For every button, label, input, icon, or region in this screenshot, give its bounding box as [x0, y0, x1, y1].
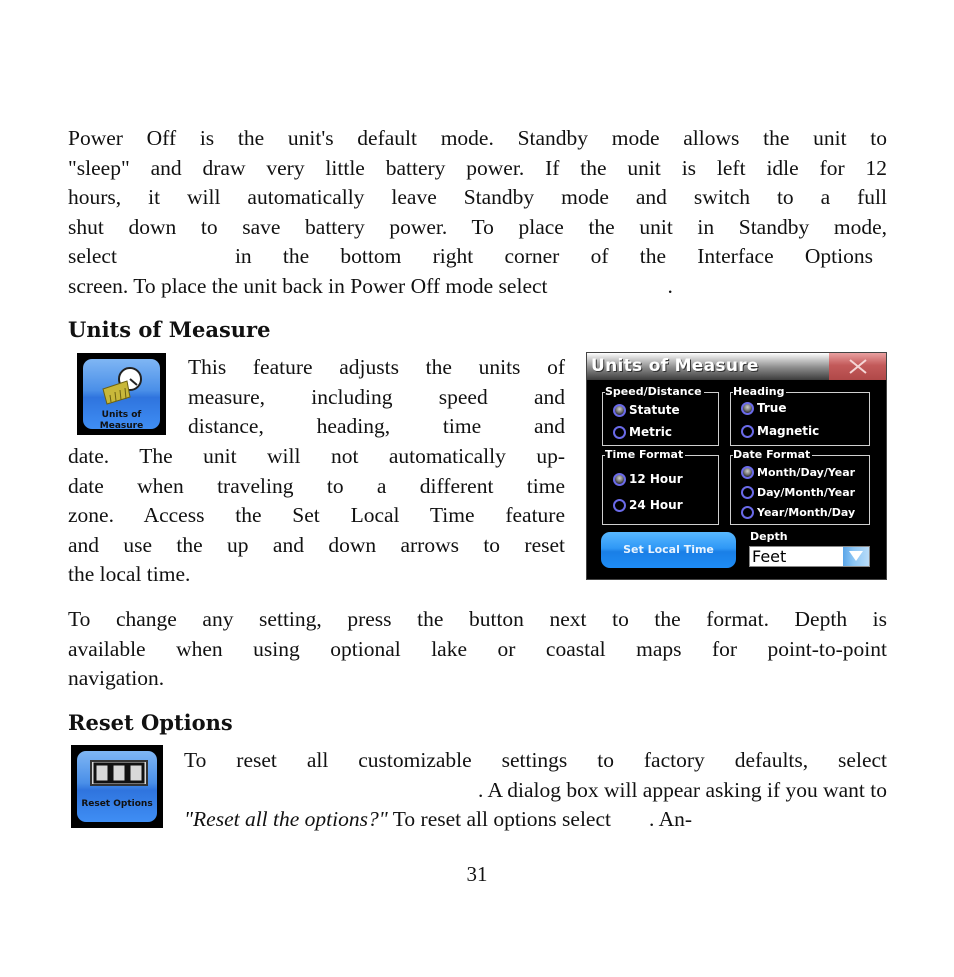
text-line: "Reset all the options?" To reset all op… [184, 805, 887, 835]
text-line: date when traveling to a different time [68, 473, 565, 498]
group-title: Time Format [605, 448, 686, 461]
intro-paragraph: Power Off is the unit's default mode. St… [68, 124, 887, 301]
text-line: available when using optional lake or co… [68, 636, 887, 661]
text-fragment: . [667, 273, 673, 298]
text-line: Power Off is the unit's default mode. St… [68, 126, 887, 150]
text-line: To reset all customizable settings to fa… [184, 748, 887, 772]
counter-digits-icon [90, 760, 148, 786]
icon-label: Units of [101, 410, 142, 420]
text-fragment: select [68, 244, 117, 268]
text-line: "sleep" and draw very little battery pow… [68, 155, 887, 180]
radio-label: Year/Month/Day [757, 506, 856, 519]
group-title: Speed/Distance [605, 385, 704, 398]
section-heading-reset: Reset Options [68, 710, 233, 735]
text-fragment: To reset all options select [392, 807, 611, 831]
dialog-prompt-quote: "Reset all the options?" [184, 807, 388, 831]
close-button[interactable] [829, 353, 886, 380]
text-fragment: screen. To place the unit back in Power … [68, 273, 548, 298]
group-title: Heading [733, 385, 787, 398]
radio-label: Metric [629, 425, 672, 439]
radio-statute[interactable]: Statute [613, 403, 680, 417]
screen-titlebar: Units of Measure [587, 353, 886, 380]
text-fragment: in the bottom right corner of the Interf… [234, 244, 873, 268]
units-body-top: This feature adjusts the units of measur… [188, 353, 565, 442]
radio-unselected-icon [613, 498, 626, 512]
depth-value: Feet [752, 547, 787, 566]
units-body-bottom: date. The unit will not automatically up… [68, 442, 565, 590]
text-line: This feature adjusts the units of [188, 355, 565, 379]
radio-label: True [757, 401, 787, 415]
radio-month-day-year[interactable]: Month/Day/Year [741, 466, 855, 479]
heading-group: Heading True Magnetic [730, 385, 870, 446]
text-line: the local time. [68, 562, 191, 586]
radio-selected-icon [741, 401, 754, 415]
text-line: hours, it will automatically leave Stand… [68, 185, 887, 209]
page-number: 31 [466, 862, 488, 886]
radio-unselected-icon [741, 506, 754, 519]
radio-12-hour[interactable]: 12 Hour [613, 472, 683, 486]
text-line: screen. To place the unit back in Power … [68, 272, 887, 302]
radio-unselected-icon [741, 486, 754, 499]
radio-unselected-icon [613, 425, 626, 439]
radio-year-month-day[interactable]: Year/Month/Day [741, 506, 855, 519]
text-line: date. The unit will not automatically up… [68, 444, 565, 468]
section-heading-units: Units of Measure [68, 317, 271, 342]
units-of-measure-screen: Units of Measure Speed/Distance Statute … [586, 352, 887, 580]
date-format-group: Date Format Month/Day/Year Day/Month/Yea… [730, 448, 870, 525]
chevron-down-icon [849, 551, 863, 561]
gauge-ruler-icon [102, 367, 142, 405]
icon-label: Measure [99, 421, 144, 431]
radio-metric[interactable]: Metric [613, 425, 672, 439]
set-local-time-button[interactable]: Set Local Time [601, 532, 736, 568]
radio-label: Month/Day/Year [757, 466, 856, 479]
time-format-group: Time Format 12 Hour 24 Hour [602, 448, 719, 525]
reset-options-icon: Reset Options [71, 745, 163, 828]
text-line: navigation. [68, 666, 165, 690]
radio-label: Magnetic [757, 424, 820, 438]
radio-24-hour[interactable]: 24 Hour [613, 498, 683, 512]
radio-selected-icon [741, 466, 754, 479]
text-line: shut down to save battery power. To plac… [68, 214, 887, 239]
radio-true[interactable]: True [741, 401, 786, 415]
speed-distance-group: Speed/Distance Statute Metric [602, 385, 719, 446]
text-fragment: . An- [649, 807, 692, 831]
text-line: and use the up and down arrows to reset [68, 532, 565, 557]
text-line: distance, heading, time and [188, 414, 565, 438]
text-line: measure, including speed and [188, 384, 565, 409]
reset-paragraph: To reset all customizable settings to fa… [184, 746, 887, 835]
radio-selected-icon [613, 403, 626, 417]
screen-title: Units of Measure [591, 356, 759, 376]
text-line: To change any setting, press the button … [68, 607, 887, 631]
radio-label: 24 Hour [629, 498, 683, 512]
close-icon [849, 359, 867, 374]
text-line: zone. Access the Set Local Time feature [68, 503, 565, 527]
radio-label: 12 Hour [629, 472, 683, 486]
text-fragment: . A dialog box will appear asking if you… [477, 777, 887, 802]
units-of-measure-icon: Units of Measure [77, 353, 166, 435]
dropdown-button[interactable] [843, 547, 869, 566]
depth-label: Depth [750, 530, 788, 543]
text-line: select in the bottom right corner of the … [68, 242, 887, 272]
units-after-paragraph: To change any setting, press the button … [68, 605, 887, 694]
radio-label: Day/Month/Year [757, 486, 856, 499]
radio-unselected-icon [741, 424, 754, 438]
group-title: Date Format [733, 448, 813, 461]
radio-magnetic[interactable]: Magnetic [741, 424, 819, 438]
radio-selected-icon [613, 472, 626, 486]
depth-select[interactable]: Feet [749, 546, 870, 567]
text-line: . A dialog box will appear asking if you… [184, 776, 887, 806]
icon-label: Reset Options [81, 799, 153, 809]
radio-label: Statute [629, 403, 680, 417]
radio-day-month-year[interactable]: Day/Month/Year [741, 486, 855, 499]
